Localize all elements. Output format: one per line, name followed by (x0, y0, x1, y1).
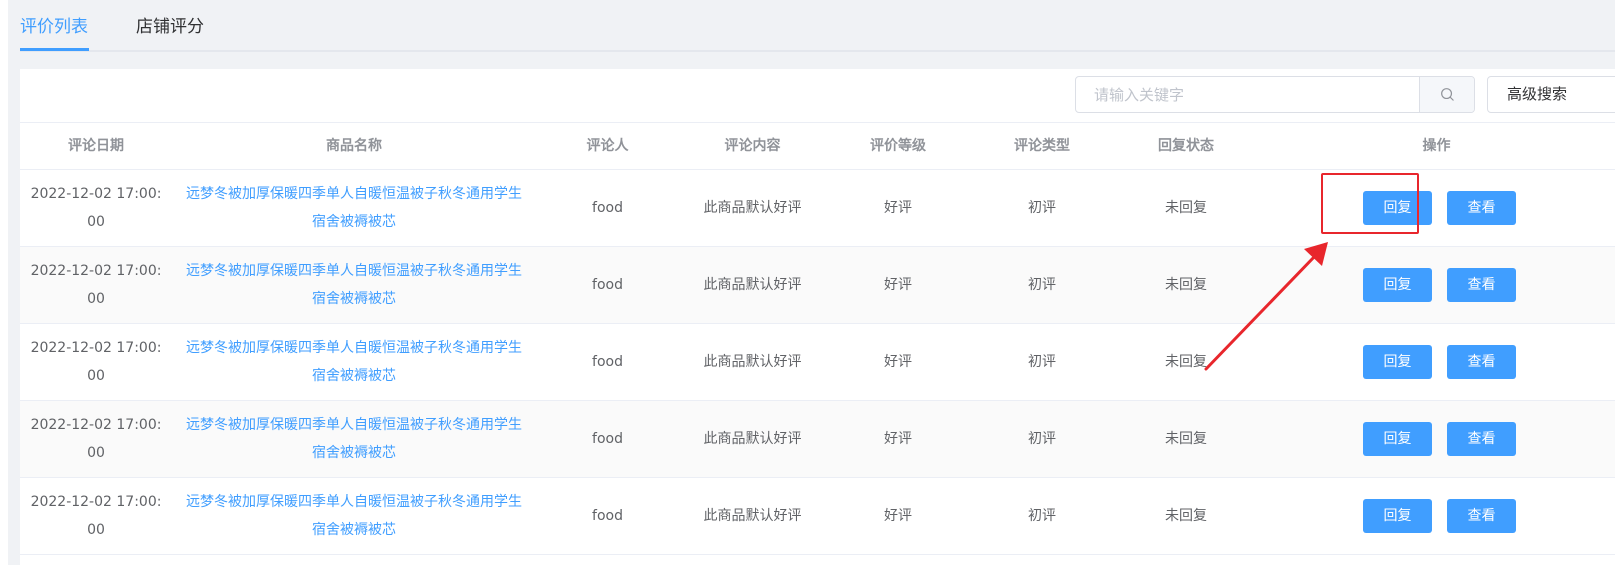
review-content: 此商品默认好评 (703, 431, 802, 447)
table-row: 2022-12-02 17:00:00 远梦冬被加厚保暖四季单人自暖恒温被子秋冬… (20, 478, 1615, 555)
reply-button[interactable]: 回复 (1363, 345, 1432, 379)
column-header-actions: 操作 (1422, 138, 1451, 154)
reply-button[interactable]: 回复 (1363, 268, 1432, 302)
reply-button[interactable]: 回复 (1363, 422, 1432, 456)
table-row: 2022-12-02 17:00:00 远梦冬被加厚保暖四季单人自暖恒温被子秋冬… (20, 170, 1615, 247)
reply-status: 未回复 (1165, 431, 1207, 447)
reply-status: 未回复 (1165, 277, 1207, 293)
reviewer: food (592, 508, 623, 524)
search-icon (1441, 88, 1454, 101)
table-row: 2022-12-02 17:00:00 远梦冬被加厚保暖四季单人自暖恒温被子秋冬… (20, 247, 1615, 324)
product-name-link[interactable]: 远梦冬被加厚保暖四季单人自暖恒温被子秋冬通用学生宿舍被褥被芯 (184, 170, 524, 246)
column-header-reviewer[interactable]: 评论人 (536, 123, 679, 169)
review-type: 初评 (1028, 431, 1056, 447)
view-button[interactable]: 查看 (1447, 191, 1516, 225)
view-button[interactable]: 查看 (1447, 345, 1516, 379)
column-header-rating[interactable]: 评价等级 (826, 123, 970, 169)
column-header-product[interactable]: 商品名称 (172, 123, 536, 169)
review-rating: 好评 (884, 508, 912, 524)
column-header-date[interactable]: 评论日期 (20, 123, 172, 169)
view-button[interactable]: 查看 (1447, 499, 1516, 533)
review-date: 2022-12-02 17:00:00 (30, 417, 162, 461)
review-content: 此商品默认好评 (703, 508, 802, 524)
reply-status: 未回复 (1165, 200, 1207, 216)
reply-button[interactable]: 回复 (1363, 191, 1432, 225)
reply-button[interactable]: 回复 (1363, 499, 1432, 533)
review-rating: 好评 (884, 354, 912, 370)
review-type: 初评 (1028, 200, 1056, 216)
review-content: 此商品默认好评 (703, 200, 802, 216)
column-header-type[interactable]: 评论类型 (970, 123, 1114, 169)
review-type: 初评 (1028, 508, 1056, 524)
reply-status: 未回复 (1165, 354, 1207, 370)
review-rating: 好评 (884, 200, 912, 216)
reviewer: food (592, 354, 623, 370)
search-button[interactable] (1419, 77, 1474, 112)
table-row: 2022-12-02 17:00:00 远梦冬被加厚保暖四季单人自暖恒温被子秋冬… (20, 324, 1615, 401)
reply-status: 未回复 (1165, 508, 1207, 524)
search-group (1075, 76, 1475, 113)
reviewer: food (592, 431, 623, 447)
tab-review-list[interactable]: 评价列表 (20, 15, 88, 39)
tab-active-indicator (20, 48, 89, 51)
view-button[interactable]: 查看 (1447, 268, 1516, 302)
review-type: 初评 (1028, 277, 1056, 293)
reviewer: food (592, 200, 623, 216)
product-name-link[interactable]: 远梦冬被加厚保暖四季单人自暖恒温被子秋冬通用学生宿舍被褥被芯 (184, 401, 524, 477)
view-button[interactable]: 查看 (1447, 422, 1516, 456)
product-name-link[interactable]: 远梦冬被加厚保暖四季单人自暖恒温被子秋冬通用学生宿舍被褥被芯 (184, 247, 524, 323)
column-header-content[interactable]: 评论内容 (679, 123, 826, 169)
review-date: 2022-12-02 17:00:00 (30, 494, 162, 538)
review-date: 2022-12-02 17:00:00 (30, 263, 162, 307)
review-content: 此商品默认好评 (703, 277, 802, 293)
table-header: 评论日期 商品名称 评论人 评论内容 评价等级 评论类型 回复状态 操作 (20, 122, 1615, 170)
review-date: 2022-12-02 17:00:00 (30, 340, 162, 384)
column-header-reply-status[interactable]: 回复状态 (1114, 123, 1258, 169)
tab-bar: 评价列表 店铺评分 (20, 0, 1615, 52)
review-rating: 好评 (884, 431, 912, 447)
left-edge (0, 0, 8, 565)
advanced-search-button[interactable]: 高级搜索 (1487, 76, 1615, 113)
review-date: 2022-12-02 17:00:00 (30, 186, 162, 230)
tab-shop-rating[interactable]: 店铺评分 (136, 15, 204, 39)
product-name-link[interactable]: 远梦冬被加厚保暖四季单人自暖恒温被子秋冬通用学生宿舍被褥被芯 (184, 324, 524, 400)
search-input[interactable] (1076, 77, 1419, 112)
review-table-card: 高级搜索 评论日期 商品名称 评论人 评论内容 评价等级 评论类型 回复状态 操… (20, 69, 1615, 565)
table-row: 2022-12-02 17:00:00 远梦冬被加厚保暖四季单人自暖恒温被子秋冬… (20, 401, 1615, 478)
review-content: 此商品默认好评 (703, 354, 802, 370)
review-rating: 好评 (884, 277, 912, 293)
reviewer: food (592, 277, 623, 293)
review-type: 初评 (1028, 354, 1056, 370)
product-name-link[interactable]: 远梦冬被加厚保暖四季单人自暖恒温被子秋冬通用学生宿舍被褥被芯 (184, 478, 524, 554)
